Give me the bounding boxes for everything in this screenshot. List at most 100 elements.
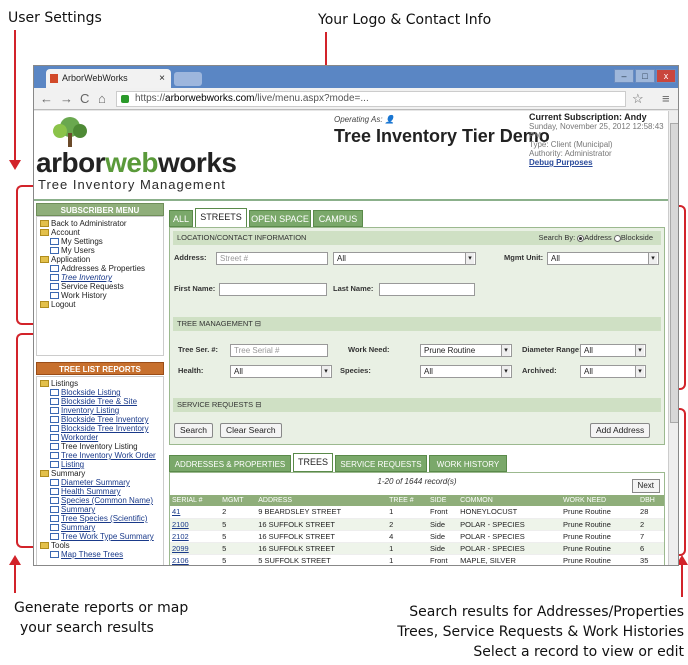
sidebar-item[interactable]: Summary <box>39 523 163 532</box>
column-header[interactable]: ADDRESS <box>256 495 388 506</box>
tab-work-history[interactable]: WORK HISTORY <box>429 455 507 472</box>
mgmt-unit-select[interactable]: All <box>547 252 659 265</box>
serial-link[interactable]: 2099 <box>170 542 221 555</box>
clear-search-button[interactable]: Clear Search <box>220 423 282 438</box>
serial-link[interactable]: 41 <box>170 506 221 519</box>
sidebar-item[interactable]: Diameter Summary <box>39 478 163 487</box>
table-row[interactable]: 2099 5 16 SUFFOLK STREET 1 Side POLAR - SPECI… <box>170 542 664 555</box>
tree-management-header[interactable]: TREE MANAGEMENT ⊟ <box>173 317 661 331</box>
sidebar-item[interactable]: Blockside Tree Inventory <box>39 424 163 433</box>
sidebar-item[interactable]: Addresses & Properties <box>39 264 163 273</box>
serial-link[interactable]: 2100 <box>170 518 221 531</box>
column-header[interactable]: TREE # <box>387 495 429 506</box>
sidebar-item[interactable]: Account <box>39 228 163 237</box>
sidebar-item[interactable]: Service Requests <box>39 282 163 291</box>
first-name-input[interactable] <box>219 283 327 296</box>
sidebar-item[interactable]: Blockside Listing <box>39 388 163 397</box>
location-section-title: LOCATION/CONTACT INFORMATION <box>177 233 307 242</box>
sidebar-item[interactable]: Listings <box>39 379 163 388</box>
table-row[interactable]: 2102 5 16 SUFFOLK STREET 4 Side POLAR - SPECI… <box>170 530 664 543</box>
browser-tab[interactable]: ArborWebWorks × <box>46 69 171 88</box>
sidebar-item[interactable]: Tree Inventory Work Order <box>39 451 163 460</box>
sidebar-item[interactable]: Species (Common Name) <box>39 496 163 505</box>
tree-serial-input[interactable]: Tree Serial # <box>230 344 328 357</box>
table-cell: 1 <box>387 506 429 519</box>
tab-streets[interactable]: STREETS <box>195 208 247 227</box>
sidebar-item[interactable]: Listing <box>39 460 163 469</box>
sidebar-item[interactable]: Back to Administrator <box>39 219 163 228</box>
reload-icon[interactable]: C <box>80 91 89 107</box>
column-header[interactable]: COMMON <box>458 495 561 506</box>
sidebar-item[interactable]: My Users <box>39 246 163 255</box>
sidebar-item[interactable]: Summary <box>39 505 163 514</box>
column-header[interactable]: MGMT <box>220 495 257 506</box>
logo-subtitle: Tree Inventory Management <box>38 177 226 192</box>
serial-link[interactable]: 2106 <box>170 554 221 565</box>
maximize-button[interactable]: □ <box>635 69 655 83</box>
scrollbar-thumb[interactable] <box>670 123 678 423</box>
address-select[interactable]: All <box>333 252 476 265</box>
close-window-button[interactable]: x <box>656 69 676 83</box>
sidebar-item[interactable]: Blockside Tree Inventory <box>39 415 163 424</box>
table-row[interactable]: 2100 5 16 SUFFOLK STREET 2 Side POLAR - SPECI… <box>170 518 664 531</box>
subscriber-menu-title: SUBSCRIBER MENU <box>36 203 164 216</box>
forward-arrow-icon[interactable]: → <box>60 91 73 107</box>
page-icon <box>50 497 59 504</box>
column-header[interactable]: DBH <box>638 495 664 506</box>
diameter-select[interactable]: All <box>580 344 646 357</box>
sidebar-item[interactable]: My Settings <box>39 237 163 246</box>
back-arrow-icon[interactable]: ← <box>40 91 53 107</box>
sidebar-item[interactable]: Tree Inventory Listing <box>39 442 163 451</box>
tab-all[interactable]: ALL <box>169 210 193 227</box>
service-requests-header[interactable]: SERVICE REQUESTS ⊟ <box>173 398 661 412</box>
serial-link[interactable]: 2102 <box>170 530 221 543</box>
work-need-select[interactable]: Prune Routine <box>420 344 512 357</box>
sidebar-item[interactable]: Work History <box>39 291 163 300</box>
health-select[interactable]: All <box>230 365 332 378</box>
address-bar[interactable]: https://arborwebworks.com/live/menu.aspx… <box>116 91 626 107</box>
column-header[interactable]: SERIAL # <box>170 495 221 506</box>
logo-wordmark: arborwebworks <box>36 147 237 179</box>
menu-icon[interactable]: ≡ <box>662 91 670 107</box>
tab-addresses-properties[interactable]: ADDRESSES & PROPERTIES <box>169 455 291 472</box>
species-select[interactable]: All <box>420 365 512 378</box>
tab-campus[interactable]: CAMPUS <box>313 210 363 227</box>
sidebar-item[interactable]: Map These Trees <box>39 550 163 559</box>
search-button[interactable]: Search <box>174 423 213 438</box>
home-icon[interactable]: ⌂ <box>98 91 106 107</box>
sidebar-item-label: Tree Inventory Work Order <box>61 451 156 460</box>
table-row[interactable]: 41 2 9 BEARDSLEY STREET 1 Front HONEYLOCUST Pr… <box>170 506 664 519</box>
archived-select[interactable]: All <box>580 365 646 378</box>
last-name-input[interactable] <box>379 283 475 296</box>
sidebar-item[interactable]: Tools <box>39 541 163 550</box>
next-button[interactable]: Next <box>631 479 660 493</box>
favicon-icon <box>50 74 58 83</box>
table-row[interactable]: 2106 5 5 SUFFOLK STREET 1 Front MAPLE, SILVER… <box>170 554 664 565</box>
radio-blockside[interactable] <box>613 234 621 242</box>
sidebar-item[interactable]: Inventory Listing <box>39 406 163 415</box>
sidebar-item[interactable]: Tree Species (Scientific) <box>39 514 163 523</box>
tab-close-icon[interactable]: × <box>159 69 165 88</box>
sidebar-item[interactable]: Workorder <box>39 433 163 442</box>
add-address-button[interactable]: Add Address <box>590 423 651 438</box>
tab-service-requests[interactable]: SERVICE REQUESTS <box>335 455 427 472</box>
sidebar-item[interactable]: Summary <box>39 469 163 478</box>
sidebar-item[interactable]: Health Summary <box>39 487 163 496</box>
sidebar-item[interactable]: Blockside Tree & Site <box>39 397 163 406</box>
sidebar-item[interactable]: Logout <box>39 300 163 309</box>
sidebar-item[interactable]: Tree Work Type Summary <box>39 532 163 541</box>
vertical-scrollbar[interactable] <box>668 111 678 565</box>
tab-open-space[interactable]: OPEN SPACE <box>249 210 311 227</box>
page-icon <box>50 434 59 441</box>
new-tab-button[interactable] <box>174 72 202 86</box>
street-number-input[interactable]: Street # <box>216 252 328 265</box>
tab-trees[interactable]: TREES <box>293 453 333 472</box>
column-header[interactable]: WORK NEED <box>560 495 639 506</box>
sidebar-item[interactable]: Tree Inventory <box>39 273 163 282</box>
logo-word-a: arbor <box>36 147 106 178</box>
minimize-button[interactable]: – <box>614 69 634 83</box>
column-header[interactable]: SIDE <box>428 495 459 506</box>
debug-purposes-link[interactable]: Debug Purposes <box>529 158 668 167</box>
sidebar-item[interactable]: Application <box>39 255 163 264</box>
star-icon[interactable]: ☆ <box>632 91 644 107</box>
